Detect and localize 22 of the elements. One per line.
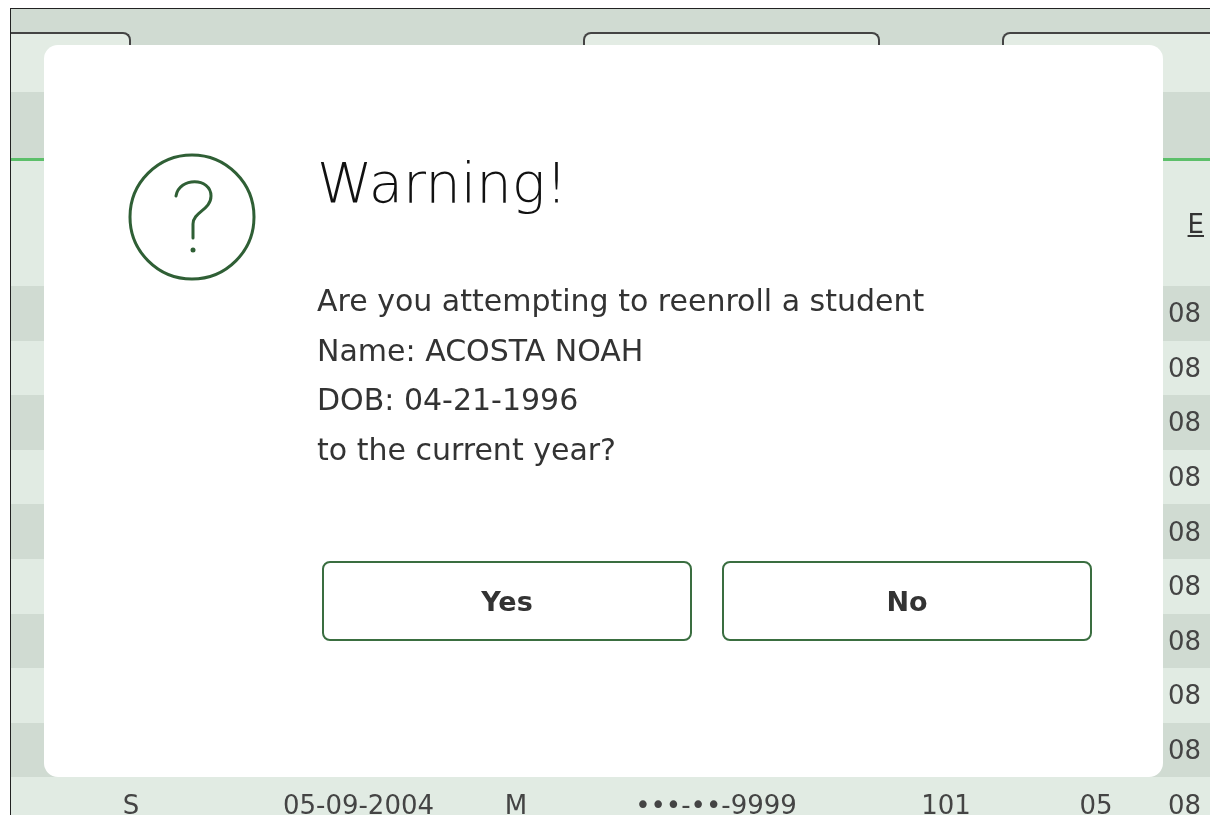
dialog-message: Are you attempting to reenroll a student Name: ACOSTA NOAH DOB: 04-21-1996 to the current year? (317, 282, 926, 469)
question-icon (127, 152, 257, 282)
table-cell: 08 (1168, 571, 1202, 602)
dialog-button[interactable]: No (722, 561, 1092, 641)
table-cell: 05-09-2004 (282, 789, 435, 815)
table-cell: 05 (1079, 789, 1113, 815)
dialog-title: Warning! (317, 149, 569, 217)
table-cell: 101 (921, 789, 971, 815)
table-cell: •••-••-9999 (635, 789, 797, 815)
table-cell: 08 (1168, 789, 1202, 815)
column-header-link[interactable]: E (1187, 208, 1204, 239)
table-cell: 08 (1168, 516, 1202, 547)
table-cell: 08 (1168, 735, 1202, 766)
table-cell: 08 (1168, 680, 1202, 711)
table-cell: 08 (1168, 298, 1202, 329)
table-cell: 08 (1168, 407, 1202, 438)
table-cell: S (122, 789, 140, 815)
table-cell: 08 (1168, 462, 1202, 493)
dialog-button[interactable]: Yes (322, 561, 692, 641)
table-cell: 08 (1168, 352, 1202, 383)
table-cell: 08 (1168, 625, 1202, 656)
table-cell: M (504, 789, 528, 815)
